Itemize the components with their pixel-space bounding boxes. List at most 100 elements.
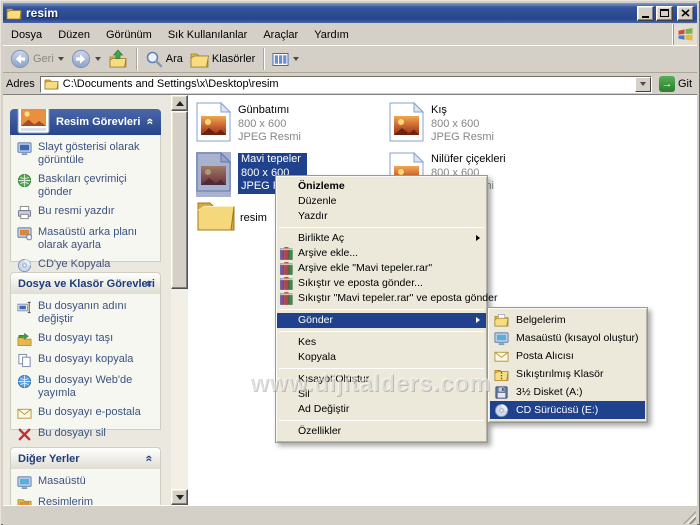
chevron-up-icon[interactable]: « [143,455,157,462]
forward-dropdown-icon[interactable] [94,57,101,61]
file-kis[interactable] [389,101,425,147]
menu-item-label: Gönder [298,314,334,326]
menu-item-yazdir[interactable]: Yazdır [277,209,486,224]
minimize-button[interactable] [637,5,654,21]
task-publish-web[interactable]: Bu dosyayı Web'de yayımla [17,374,158,400]
menu-dosya[interactable]: Dosya [3,26,50,44]
place-label: Masaüstü [38,475,86,487]
submenu-item-disket[interactable]: 3½ Disket (A:) [490,383,645,401]
resize-grip[interactable] [683,511,696,524]
menu-yardim[interactable]: Yardım [306,26,357,44]
place-desktop[interactable]: Masaüstü [17,475,158,490]
menu-item-arsive-ekle[interactable]: Arşive ekle... [277,246,486,261]
panel-picture-tasks-header[interactable]: Resim Görevleri « [10,109,161,135]
menu-item-arsive-ekle-rar[interactable]: Arşive ekle "Mavi tepeler.rar" [277,261,486,276]
title-bar[interactable]: resim [3,3,697,23]
task-move-file[interactable]: Bu dosyayı taşı [17,332,158,347]
folder-name[interactable]: resim [240,212,267,224]
panel-other-places-header[interactable]: Diğer Yerler « [10,447,161,469]
file-dimensions: 800 x 600 [431,117,480,130]
menu-item-kes[interactable]: Kes [277,335,486,350]
task-email-file[interactable]: Bu dosyayı e-postala [17,406,158,421]
task-pane-scrollbar[interactable] [171,95,188,505]
submenu-item-posta-alicisi[interactable]: Posta Alıcısı [490,347,645,365]
submenu-item-cd-surucusu[interactable]: CD Sürücüsü (E:) [490,401,645,419]
scroll-up-button[interactable] [171,95,188,111]
submenu-item-label: Posta Alıcısı [516,350,574,362]
menu-item-sil[interactable]: Sil [277,387,486,402]
forward-icon [71,49,90,69]
submenu-item-label: 3½ Disket (A:) [516,386,583,398]
winrar-icon [280,277,293,290]
menu-gorunum[interactable]: Görünüm [98,26,160,44]
place-my-pictures[interactable]: Resimlerim [17,496,158,505]
back-dropdown-icon[interactable] [57,57,64,61]
task-view-slideshow[interactable]: Slayt gösterisi olarak görüntüle [17,141,158,167]
task-copy-to-cd[interactable]: CD'ye Kopyala [17,258,158,273]
views-button[interactable] [269,49,302,70]
submenu-item-label: Belgelerim [516,314,566,326]
scroll-down-button[interactable] [171,489,188,505]
menu-item-ozellikler[interactable]: Özellikler [277,424,486,439]
search-label: Ara [165,53,183,65]
winrar-icon [280,292,293,305]
status-bar [3,505,697,525]
folders-icon [190,53,209,67]
file-mavi-tepeler[interactable] [196,151,232,197]
menu-item-onizleme[interactable]: Önizleme [277,179,486,194]
address-input[interactable]: C:\Documents and Settings\x\Desktop\resi… [39,75,652,93]
menu-item-birlikte-ac[interactable]: Birlikte Aç [277,231,486,246]
folder-resim[interactable] [196,198,236,237]
task-rename-file[interactable]: Bu dosyanın adını değiştir [17,300,158,326]
file-labels[interactable]: Günbatımı 800 x 600 JPEG Resmi [238,104,301,145]
task-label: Bu dosyayı kopyala [38,353,134,365]
task-order-prints[interactable]: Baskıları çevrimiçi gönder [17,173,158,199]
menu-item-duzenle[interactable]: Düzenle [277,194,486,209]
chevron-up-icon[interactable]: « [143,280,157,287]
address-folder-icon [44,79,59,90]
email-icon [17,408,32,419]
search-button[interactable]: Ara [142,48,186,70]
file-labels[interactable]: Kış 800 x 600 JPEG Resmi [431,104,494,145]
file-type: JPEG Resmi [238,131,301,143]
submenu-item-masaustu[interactable]: Masaüstü (kısayol oluştur) [490,329,645,347]
up-button[interactable] [105,47,131,71]
maximize-button[interactable] [656,5,673,21]
panel-file-folder-tasks-header[interactable]: Dosya ve Klasör Görevleri « [10,272,161,294]
scroll-thumb[interactable] [171,111,188,289]
menu-item-kisayol-olustur[interactable]: Kısayol Oluştur [277,372,486,387]
task-label: Bu dosyayı sil [38,427,106,439]
task-set-wallpaper[interactable]: Masaüstü arka planı olarak ayarla [17,226,158,252]
forward-button[interactable] [68,47,104,71]
image-file-icon [389,101,425,142]
menu-sik-kullanilanlar[interactable]: Sık Kullanılanlar [160,26,256,44]
go-button[interactable]: → Git [657,76,694,92]
views-dropdown-icon[interactable] [293,57,300,61]
print-icon [17,205,32,220]
submenu-item-belgelerim[interactable]: Belgelerim [490,311,645,329]
documents-icon [494,313,509,326]
menu-separator [279,331,484,332]
folders-button[interactable]: Klasörler [187,49,258,70]
close-button[interactable] [677,5,694,21]
chevron-up-icon[interactable]: « [144,118,158,125]
menu-item-sikistir-eposta[interactable]: Sıkıştır ve eposta gönder... [277,276,486,291]
menu-item-gonder[interactable]: Gönder [277,313,486,328]
scroll-down-icon [175,494,184,500]
task-delete-file[interactable]: Bu dosyayı sil [17,427,158,442]
task-print-picture[interactable]: Bu resmi yazdır [17,205,158,220]
address-dropdown-button[interactable] [634,76,651,92]
task-copy-file[interactable]: Bu dosyayı kopyala [17,353,158,368]
menu-duzen[interactable]: Düzen [50,26,98,44]
folder-icon [6,8,22,19]
menu-item-ad-degistir[interactable]: Ad Değiştir [277,402,486,417]
menu-araclar[interactable]: Araçlar [255,26,306,44]
file-gunbatimi[interactable] [196,101,232,147]
desktop-shortcut-icon [494,331,509,345]
publish-web-icon [17,374,32,389]
submenu-item-sikistirilmis-klasor[interactable]: Sıkıştırılmış Klasör [490,365,645,383]
menu-item-sikistir-rar-eposta[interactable]: Sıkıştır "Mavi tepeler.rar" ve eposta gö… [277,291,497,306]
winrar-icon [280,262,293,275]
back-button[interactable]: Geri [7,47,67,71]
menu-item-kopyala[interactable]: Kopyala [277,350,486,365]
